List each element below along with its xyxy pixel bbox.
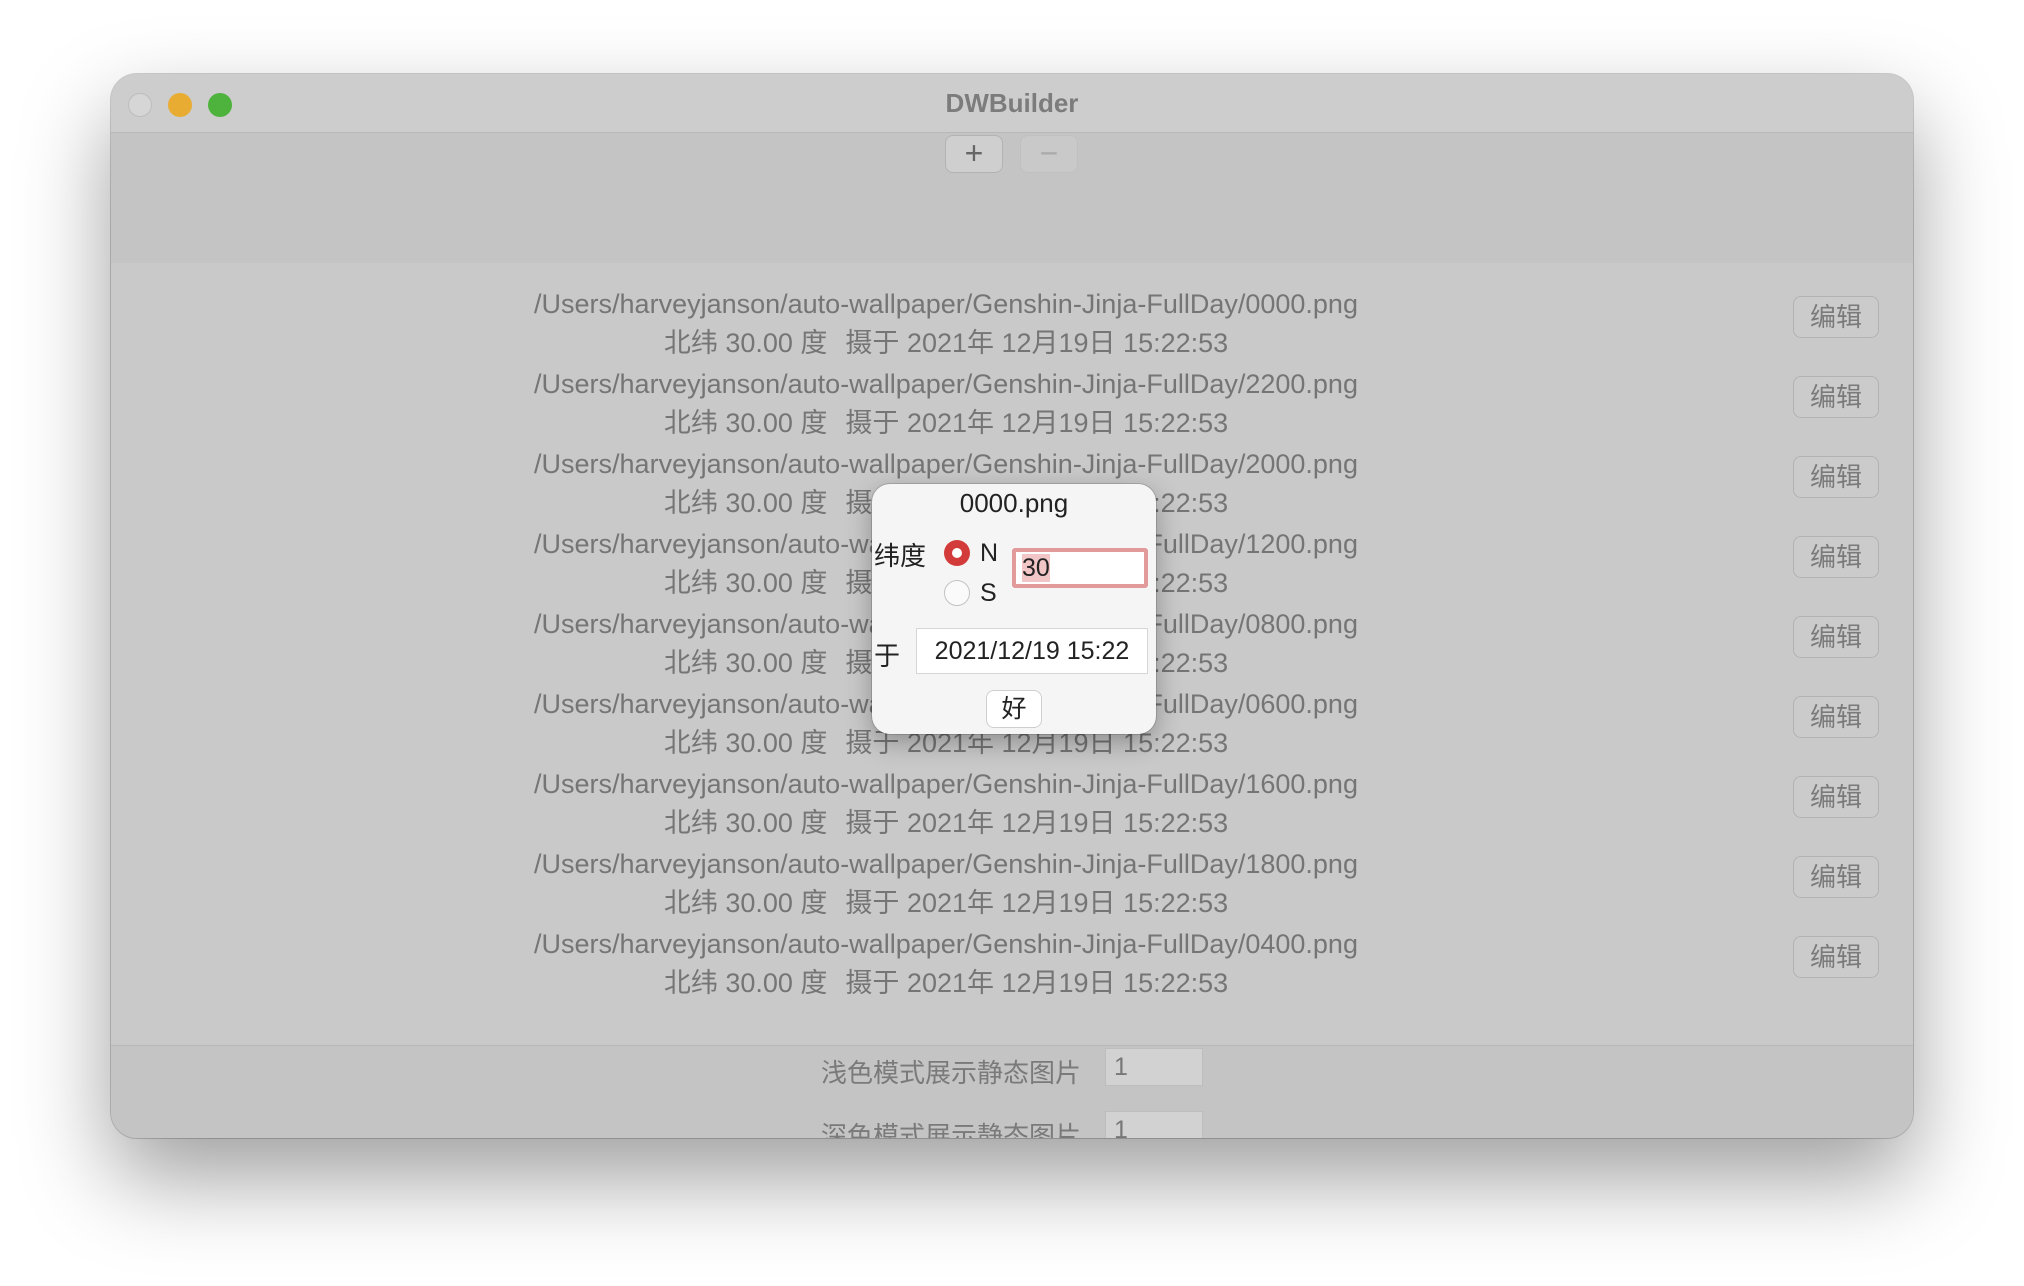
image-info: 北纬 30.00 度摄于 2021年 12月19日 15:22:53 bbox=[111, 961, 1781, 1000]
image-latitude: 北纬 30.00 度 bbox=[663, 728, 828, 758]
image-path: /Users/harveyjanson/auto-wallpaper/Gensh… bbox=[534, 929, 1358, 959]
edit-button[interactable]: 编辑 bbox=[1793, 936, 1879, 978]
list-item[interactable]: /Users/harveyjanson/auto-wallpaper/Gensh… bbox=[111, 849, 1913, 929]
image-path: /Users/harveyjanson/auto-wallpaper/Gensh… bbox=[534, 289, 1358, 319]
edit-button[interactable]: 编辑 bbox=[1793, 616, 1879, 658]
image-latitude: 北纬 30.00 度 bbox=[663, 888, 828, 918]
image-taken-time: 摄于 2021年 12月19日 15:22:53 bbox=[845, 408, 1229, 438]
image-info: 北纬 30.00 度摄于 2021年 12月19日 15:22:53 bbox=[111, 321, 1781, 360]
image-latitude: 北纬 30.00 度 bbox=[663, 488, 828, 518]
toolbar: + − bbox=[111, 133, 1913, 263]
image-latitude: 北纬 30.00 度 bbox=[663, 648, 828, 678]
image-taken-time: 摄于 2021年 12月19日 15:22:53 bbox=[845, 808, 1229, 838]
image-latitude: 北纬 30.00 度 bbox=[663, 808, 828, 838]
image-latitude: 北纬 30.00 度 bbox=[663, 568, 828, 598]
image-latitude: 北纬 30.00 度 bbox=[663, 968, 828, 998]
title-bar: DWBuilder bbox=[111, 74, 1913, 133]
window-title: DWBuilder bbox=[945, 88, 1079, 118]
light-mode-label: 浅色模式展示静态图片 bbox=[821, 1058, 1082, 1088]
edit-button[interactable]: 编辑 bbox=[1793, 696, 1879, 738]
light-mode-field[interactable]: 1 bbox=[1105, 1048, 1203, 1086]
edit-button[interactable]: 编辑 bbox=[1793, 856, 1879, 898]
image-path: /Users/harveyjanson/auto-wallpaper/Gensh… bbox=[534, 369, 1358, 399]
image-info: 北纬 30.00 度摄于 2021年 12月19日 15:22:53 bbox=[111, 801, 1781, 840]
image-taken-time: 摄于 2021年 12月19日 15:22:53 bbox=[845, 968, 1229, 998]
edit-button[interactable]: 编辑 bbox=[1793, 376, 1879, 418]
image-taken-time: 摄于 2021年 12月19日 15:22:53 bbox=[845, 328, 1229, 358]
list-item[interactable]: /Users/harveyjanson/auto-wallpaper/Gensh… bbox=[111, 369, 1913, 449]
ok-button[interactable]: 好 bbox=[986, 690, 1042, 728]
list-item[interactable]: /Users/harveyjanson/auto-wallpaper/Gensh… bbox=[111, 929, 1913, 1009]
edit-button[interactable]: 编辑 bbox=[1793, 456, 1879, 498]
image-taken-time: 摄于 2021年 12月19日 15:22:53 bbox=[845, 888, 1229, 918]
image-path: /Users/harveyjanson/auto-wallpaper/Gensh… bbox=[534, 449, 1358, 479]
edit-button[interactable]: 编辑 bbox=[1793, 296, 1879, 338]
image-info: 北纬 30.00 度摄于 2021年 12月19日 15:22:53 bbox=[111, 881, 1781, 920]
latitude-input-value: 30 bbox=[1022, 554, 1050, 582]
dialog-title: 0000.png bbox=[959, 488, 1069, 518]
footer-panel: 浅色模式展示静态图片 1 深色模式展示静态图片 1 导出 bbox=[111, 1045, 1913, 1138]
image-path: /Users/harveyjanson/auto-wallpaper/Gensh… bbox=[534, 769, 1358, 799]
latitude-input[interactable]: 30 bbox=[1012, 548, 1148, 588]
remove-image-button[interactable]: − bbox=[1020, 135, 1078, 173]
edit-button[interactable]: 编辑 bbox=[1793, 536, 1879, 578]
datetime-picker[interactable]: 2021/12/19 15:22 bbox=[916, 628, 1148, 674]
image-latitude: 北纬 30.00 度 bbox=[663, 328, 828, 358]
south-radio[interactable] bbox=[944, 580, 970, 606]
dark-mode-label: 深色模式展示静态图片 bbox=[821, 1121, 1082, 1138]
edit-dialog: 0000.png 纬度 N S 30 于 2021/12/19 15:22 好 bbox=[872, 484, 1156, 734]
image-latitude: 北纬 30.00 度 bbox=[663, 408, 828, 438]
south-radio-label[interactable]: S bbox=[980, 579, 997, 608]
list-item[interactable]: /Users/harveyjanson/auto-wallpaper/Gensh… bbox=[111, 769, 1913, 849]
north-radio-label[interactable]: N bbox=[980, 539, 998, 568]
list-item[interactable]: /Users/harveyjanson/auto-wallpaper/Gensh… bbox=[111, 289, 1913, 369]
image-info: 北纬 30.00 度摄于 2021年 12月19日 15:22:53 bbox=[111, 401, 1781, 440]
add-image-button[interactable]: + bbox=[945, 135, 1003, 173]
dark-mode-field[interactable]: 1 bbox=[1105, 1111, 1203, 1138]
north-radio[interactable] bbox=[944, 540, 970, 566]
image-path: /Users/harveyjanson/auto-wallpaper/Gensh… bbox=[534, 849, 1358, 879]
datetime-label: 于 bbox=[874, 641, 901, 671]
edit-button[interactable]: 编辑 bbox=[1793, 776, 1879, 818]
latitude-label: 纬度 bbox=[874, 541, 927, 571]
